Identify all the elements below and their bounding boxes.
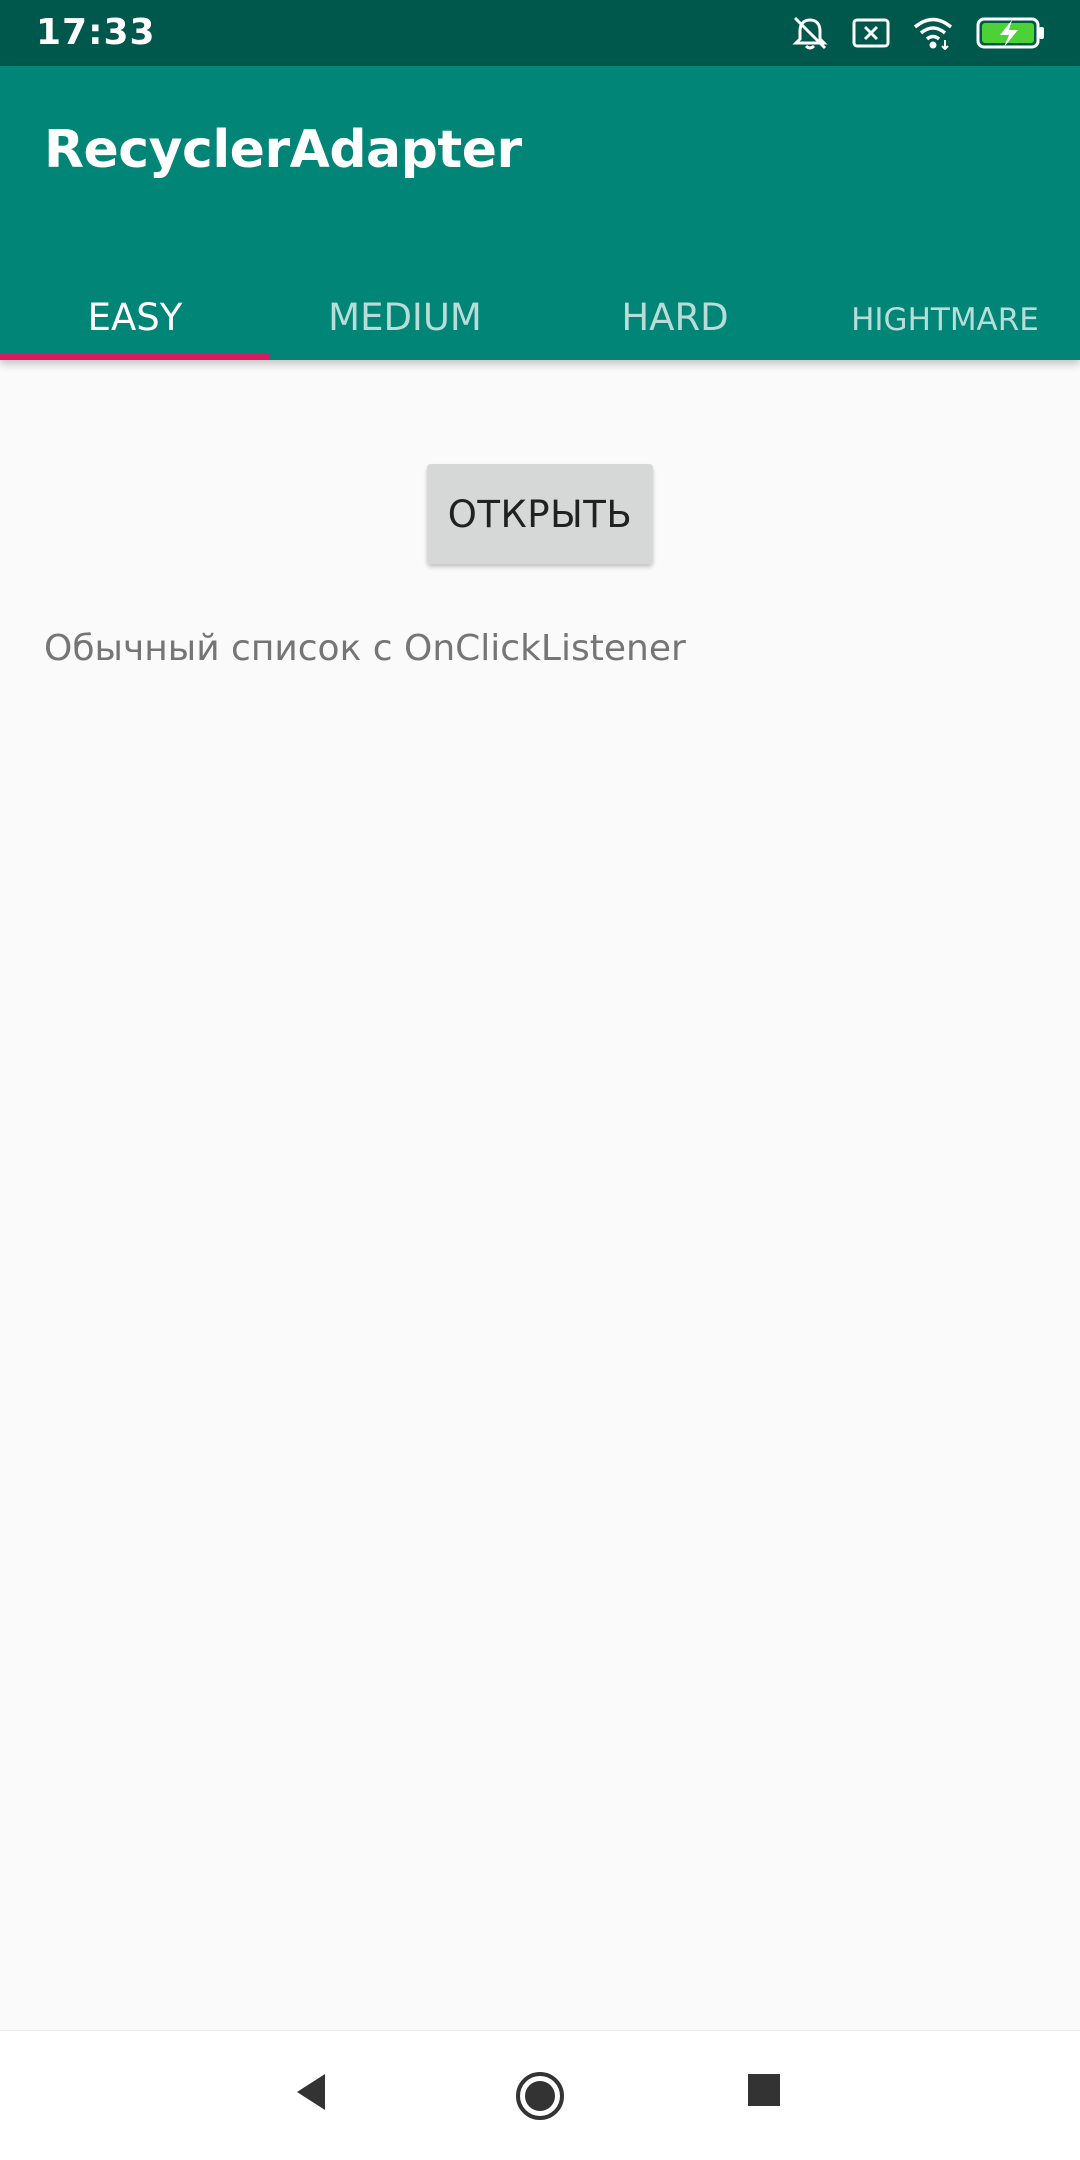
back-icon[interactable] [293, 2070, 329, 2119]
open-button[interactable]: ОТКРЫТЬ [427, 464, 653, 564]
tab-hard[interactable]: HARD [540, 294, 810, 360]
sim-x-icon [852, 17, 890, 49]
status-time: 17:33 [36, 12, 156, 53]
app-bar: RecyclerAdapter EASY MEDIUM HARD HIGHTMA… [0, 66, 1080, 360]
status-bar: 17:33 [0, 0, 1080, 66]
description-text: Обычный список с OnClickListener [44, 628, 686, 669]
battery-charging-icon [976, 16, 1046, 50]
home-icon[interactable] [514, 2070, 566, 2127]
tab-indicator [0, 354, 270, 360]
main-content: ОТКРЫТЬ Обычный список с OnClickListener [0, 360, 1080, 2030]
wifi-icon [912, 16, 954, 50]
navigation-bar [0, 2030, 1080, 2160]
bell-off-icon [790, 15, 830, 51]
tab-easy[interactable]: EASY [0, 294, 270, 360]
status-icons [790, 15, 1046, 51]
app-title: RecyclerAdapter [44, 120, 522, 180]
recents-icon[interactable] [746, 2070, 782, 2111]
tab-bar: EASY MEDIUM HARD HIGHTMARE [0, 294, 1080, 360]
tab-hightmare[interactable]: HIGHTMARE [810, 294, 1080, 360]
tab-medium[interactable]: MEDIUM [270, 294, 540, 360]
